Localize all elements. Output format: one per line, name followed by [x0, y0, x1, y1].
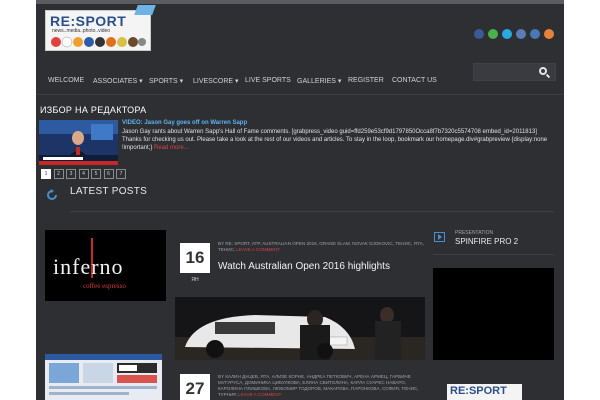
site-logo[interactable]: RE:SPORT news..media..photo..video: [45, 5, 156, 51]
website-screenshot-image: [45, 354, 162, 395]
nav-item-sports[interactable]: SPORTS ▾: [149, 77, 183, 85]
page-link-7[interactable]: 7: [116, 169, 126, 179]
top-bar: [36, 0, 564, 4]
post-month: ЯН: [191, 277, 199, 283]
latest-posts-title: LATEST POSTS: [70, 186, 148, 197]
nav-divider: [36, 94, 564, 95]
sidebar-title[interactable]: SPINFIRE PRO 2: [455, 237, 518, 246]
editor-post-image[interactable]: [39, 120, 118, 165]
nav-item-associates[interactable]: ASSOCIATES ▾: [93, 77, 143, 85]
nav-item-live-sports[interactable]: LIVE SPORTS: [245, 77, 291, 84]
refresh-icon: [47, 189, 57, 200]
pinterest-icon[interactable]: [516, 29, 526, 39]
nav-item-galleries[interactable]: GALLERIES ▾: [297, 77, 341, 85]
read-more-link[interactable]: Read more...: [154, 145, 189, 151]
page-link-4[interactable]: 4: [78, 169, 89, 179]
inferno-logo-word: inferno: [53, 254, 124, 279]
video-play-icon: [434, 232, 445, 242]
editor-post-excerpt: Jason Gay rants about Warren Sapp's Hall…: [122, 128, 550, 152]
tv-studio-image: [39, 120, 118, 165]
post-meta-2: BY КАЛИН ДАЦЕВ, ЯТА, АЛИЗЕ КОРНЕ, АНДРЕА…: [218, 374, 428, 398]
website-thumbnail[interactable]: [45, 354, 162, 400]
nav-item-livescore[interactable]: LIVESCORE ▾: [193, 77, 239, 85]
page-link-5[interactable]: 5: [91, 169, 101, 179]
post-meta: BY RE: SPORT, ATP, AUSTRALIAN OPEN 2016,…: [218, 241, 428, 253]
post-date-box: 16: [180, 243, 210, 273]
nav-item-welcome[interactable]: WELCOME: [48, 77, 84, 84]
editor-post-title[interactable]: VIDEO: Jason Gay goes off on Warren Sapp: [122, 120, 247, 126]
inferno-ad-image[interactable]: inferno coffee espresso: [45, 230, 166, 301]
search-icon[interactable]: [539, 67, 547, 75]
leave-comment-link-2[interactable]: LEAVE A COMMENT: [238, 392, 281, 397]
sidebar-logo[interactable]: RE:SPORT: [447, 384, 522, 400]
twitter-icon[interactable]: [502, 29, 512, 39]
car-photo-image: [175, 297, 425, 360]
rss-icon[interactable]: [544, 29, 554, 39]
sidebar-category: PRESENTATION: [455, 230, 494, 236]
post-date-box-2: 27: [180, 374, 210, 400]
google-plus-icon[interactable]: [488, 29, 498, 39]
editor-choice-title: ИЗБОР НА РЕДАКТОРА: [40, 105, 147, 115]
page-link-2[interactable]: 2: [53, 169, 64, 179]
page-link-1[interactable]: 1: [41, 169, 51, 179]
nav-item-contact-us[interactable]: CONTACT US: [392, 77, 437, 84]
linkedin-icon[interactable]: [530, 29, 540, 39]
logo-ribbon: [134, 5, 156, 15]
sidebar-logo-text: RE:SPORT: [450, 385, 507, 397]
nav-item-register[interactable]: REGISTER: [348, 77, 384, 84]
sidebar-divider: [433, 254, 554, 255]
latest-divider: [70, 211, 554, 212]
post-title[interactable]: Watch Australian Open 2016 highlights: [218, 261, 390, 272]
logo-tagline: news..media..photo..video: [52, 28, 111, 34]
facebook-icon[interactable]: [474, 29, 484, 39]
post-day: 16: [185, 248, 205, 267]
leave-comment-link[interactable]: LEAVE A COMMENT: [236, 247, 279, 252]
post-image[interactable]: [175, 297, 425, 360]
inferno-logo-sub: coffee espresso: [83, 282, 126, 290]
sports-balls-icon: [51, 36, 146, 48]
page-link-3[interactable]: 3: [66, 169, 76, 179]
post-day-2: 27: [185, 379, 205, 398]
page-link-6[interactable]: 6: [103, 169, 114, 179]
logo-text: RE:SPORT: [50, 13, 127, 29]
sidebar-video-player[interactable]: [433, 268, 554, 360]
page: RE:SPORT news..media..photo..video WELCO…: [36, 0, 564, 400]
